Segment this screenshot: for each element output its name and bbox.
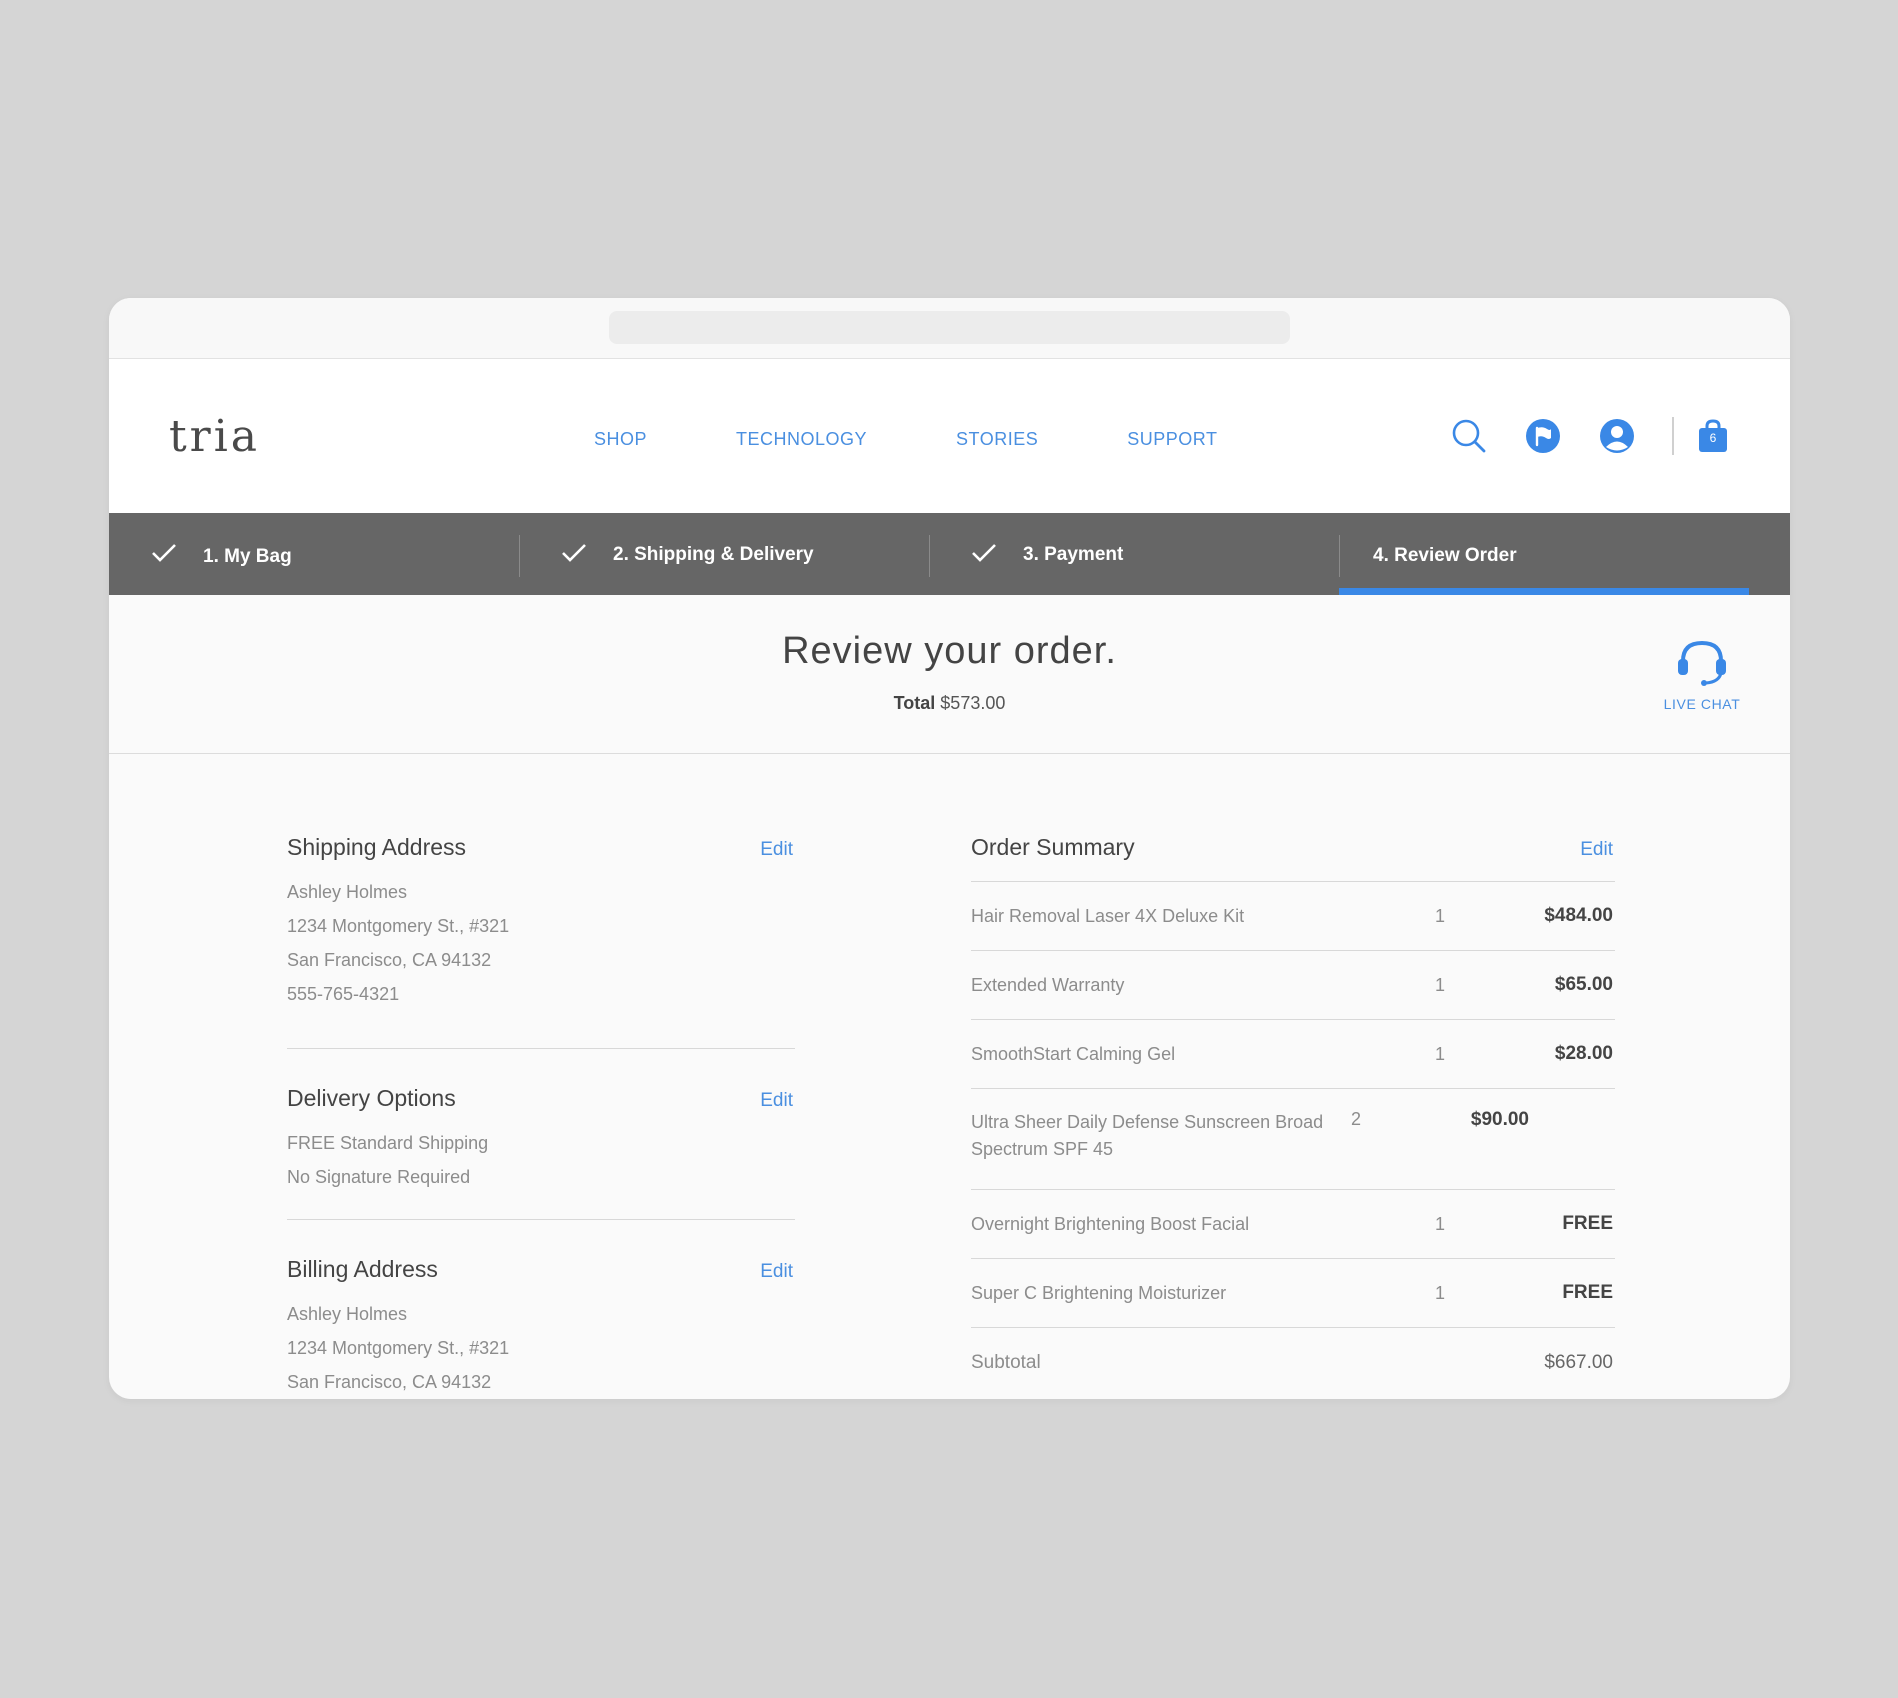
item-name: Super C Brightening Moisturizer xyxy=(971,1282,1227,1303)
item-qty: 1 xyxy=(1434,974,1445,995)
active-step-indicator xyxy=(1339,588,1749,595)
delivery-line: FREE Standard Shipping xyxy=(287,1133,489,1153)
order-item-row: Ultra Sheer Daily Defense Sunscreen Broa… xyxy=(971,1089,1615,1190)
check-icon xyxy=(972,544,996,562)
subtotal-label: Subtotal xyxy=(971,1352,1041,1373)
item-name: SmoothStart Calming Gel xyxy=(971,1043,1176,1064)
item-name: Ultra Sheer Daily Defense Sunscreen Broa… xyxy=(971,1112,1324,1159)
review-header: Review your order. Total $573.00 LIVE CH… xyxy=(109,595,1790,754)
item-price: $65.00 xyxy=(1554,974,1613,995)
order-total: Total $573.00 xyxy=(109,693,1790,714)
step-my-bag[interactable]: 1. My Bag xyxy=(109,513,519,595)
section-title: Delivery Options xyxy=(287,1085,456,1111)
bag-count: 6 xyxy=(1709,431,1717,445)
headset-icon xyxy=(1678,640,1726,686)
shipping-address-section: Shipping Address Edit Ashley Holmes 1234… xyxy=(287,834,795,1049)
check-icon xyxy=(562,544,586,562)
item-qty: 2 xyxy=(1350,1109,1361,1129)
step-label: 1. My Bag xyxy=(203,546,292,567)
address-line: San Francisco, CA 94132 xyxy=(287,1372,492,1392)
order-item-row: SmoothStart Calming Gel 1 $28.00 xyxy=(971,1020,1615,1089)
nav-stories[interactable]: STORIES xyxy=(956,429,1038,450)
step-payment[interactable]: 3. Payment xyxy=(929,513,1339,595)
delivery-options-section: Delivery Options Edit FREE Standard Ship… xyxy=(287,1049,795,1220)
item-price: $90.00 xyxy=(1470,1109,1529,1130)
address-line: 1234 Montgomery St., #321 xyxy=(287,916,510,936)
address-column: Shipping Address Edit Ashley Holmes 1234… xyxy=(287,834,795,1399)
nav-shop[interactable]: SHOP xyxy=(594,429,647,450)
step-shipping-delivery[interactable]: 2. Shipping & Delivery xyxy=(519,513,929,595)
address-line: Ashley Holmes xyxy=(287,1304,408,1324)
site-header: tria SHOP TECHNOLOGY STORIES SUPPORT 6 xyxy=(109,359,1790,513)
step-review-order[interactable]: 4. Review Order xyxy=(1339,513,1749,595)
billing-address-section: Billing Address Edit Ashley Holmes 1234 … xyxy=(287,1220,795,1399)
item-price: FREE xyxy=(1562,1213,1613,1234)
order-summary-header: Order Summary Edit xyxy=(971,834,1615,882)
browser-window: tria SHOP TECHNOLOGY STORIES SUPPORT 6 1… xyxy=(109,298,1790,1399)
nav-technology[interactable]: TECHNOLOGY xyxy=(736,429,867,450)
edit-shipping-button[interactable]: Edit xyxy=(760,839,793,861)
item-qty: 1 xyxy=(1434,1213,1445,1234)
edit-order-button[interactable]: Edit xyxy=(1580,839,1613,861)
total-value: $573.00 xyxy=(940,693,1006,713)
total-label: Total xyxy=(893,693,936,713)
main-nav: SHOP TECHNOLOGY STORIES SUPPORT xyxy=(594,429,1306,450)
item-price: FREE xyxy=(1562,1282,1613,1303)
subtotal-value: $667.00 xyxy=(1544,1352,1613,1373)
step-label: 4. Review Order xyxy=(1373,545,1517,566)
item-qty: 1 xyxy=(1434,1043,1445,1064)
header-icons: 6 xyxy=(1414,417,1732,455)
address-line: Ashley Holmes xyxy=(287,882,408,902)
order-item-row: Overnight Brightening Boost Facial 1 FRE… xyxy=(971,1190,1615,1259)
order-summary-column: Order Summary Edit Hair Removal Laser 4X… xyxy=(971,834,1615,1398)
section-title: Billing Address xyxy=(287,1256,438,1282)
nav-support[interactable]: SUPPORT xyxy=(1127,429,1217,450)
item-qty: 1 xyxy=(1434,1282,1445,1303)
step-label: 2. Shipping & Delivery xyxy=(613,544,814,565)
checkout-steps: 1. My Bag 2. Shipping & Delivery 3. Paym… xyxy=(109,513,1790,595)
order-item-row: Hair Removal Laser 4X Deluxe Kit 1 $484.… xyxy=(971,882,1615,951)
section-title: Order Summary xyxy=(971,834,1135,860)
item-name: Hair Removal Laser 4X Deluxe Kit xyxy=(971,905,1245,926)
subtotal-row: Subtotal $667.00 xyxy=(971,1328,1615,1398)
browser-toolbar xyxy=(109,298,1790,359)
item-qty: 1 xyxy=(1434,905,1445,926)
order-item-row: Super C Brightening Moisturizer 1 FREE xyxy=(971,1259,1615,1328)
order-item-row: Extended Warranty 1 $65.00 xyxy=(971,951,1615,1020)
item-price: $484.00 xyxy=(1544,905,1613,926)
flag-icon[interactable] xyxy=(1524,417,1562,455)
address-line: 1234 Montgomery St., #321 xyxy=(287,1338,510,1358)
address-line: 555-765-4321 xyxy=(287,984,400,1004)
search-icon[interactable] xyxy=(1450,417,1488,455)
shopping-bag-icon[interactable]: 6 xyxy=(1694,417,1732,455)
header-divider xyxy=(1672,417,1674,455)
address-line: San Francisco, CA 94132 xyxy=(287,950,492,970)
step-label: 3. Payment xyxy=(1023,544,1124,565)
account-icon[interactable] xyxy=(1598,417,1636,455)
page-title: Review your order. xyxy=(782,630,1117,672)
item-name: Extended Warranty xyxy=(971,974,1125,995)
edit-billing-button[interactable]: Edit xyxy=(760,1261,793,1283)
item-name: Overnight Brightening Boost Facial xyxy=(971,1213,1250,1234)
live-chat-button[interactable]: LIVE CHAT xyxy=(1662,637,1742,712)
section-title: Shipping Address xyxy=(287,834,467,860)
url-bar[interactable] xyxy=(609,311,1290,344)
item-price: $28.00 xyxy=(1554,1043,1613,1064)
delivery-line: No Signature Required xyxy=(287,1167,471,1187)
tria-logo[interactable]: tria xyxy=(169,411,260,462)
live-chat-label: LIVE CHAT xyxy=(1663,696,1741,712)
check-icon xyxy=(152,544,176,562)
edit-delivery-button[interactable]: Edit xyxy=(760,1090,793,1112)
